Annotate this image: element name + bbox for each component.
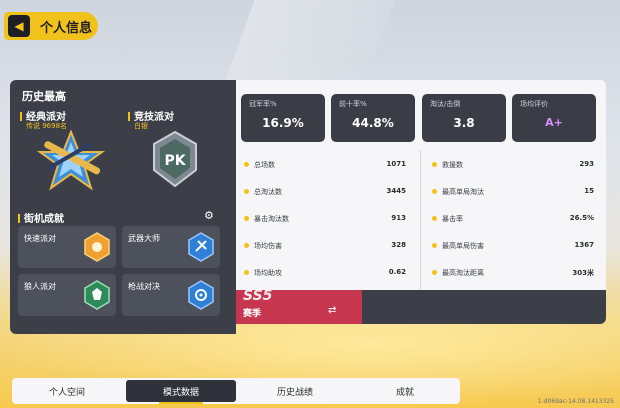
stat-value: 3.8 bbox=[453, 116, 475, 130]
stat-row: 最高单局伤害 1367 bbox=[432, 241, 594, 253]
tab-mode-data[interactable]: 模式数据 bbox=[126, 380, 236, 404]
back-button[interactable]: ◀ 个人信息 bbox=[4, 12, 98, 40]
build-version: 1-d069ac-14.08.1413325 bbox=[537, 398, 614, 405]
stat-label: 前十率% bbox=[339, 100, 367, 108]
season-label: 赛季 bbox=[243, 309, 262, 319]
achievement-label: 快速派对 bbox=[24, 234, 56, 243]
stats-panel: 冠军率% 16.9% 前十率% 44.8% 淘汰/击倒 3.8 场均评价 A+ … bbox=[236, 80, 606, 304]
stat-value: 16.9% bbox=[262, 116, 304, 130]
arcade-title: 街机成就 bbox=[18, 210, 64, 225]
stat-label: 淘汰/击倒 bbox=[430, 100, 461, 108]
green-badge-icon bbox=[84, 280, 110, 310]
orange-badge-icon bbox=[84, 232, 110, 262]
stat-card-kd: 淘汰/击倒 3.8 bbox=[422, 94, 506, 142]
stat-card-win-rate: 冠军率% 16.9% bbox=[241, 94, 325, 142]
legend-star-emblem-icon bbox=[36, 130, 106, 191]
stats-divider bbox=[420, 150, 421, 292]
tab-bar: 个人空间 模式数据 历史战绩 成就 bbox=[12, 378, 460, 404]
background-shape bbox=[225, 0, 395, 80]
achievement-label: 武器大师 bbox=[128, 234, 160, 243]
stat-value: 44.8% bbox=[352, 116, 394, 130]
stat-row: 场均助攻 0.62 bbox=[244, 268, 406, 280]
tab-achievements[interactable]: 成就 bbox=[350, 378, 460, 404]
achievement-card-gunfight-duel[interactable]: 枪战对决 bbox=[122, 274, 220, 316]
silver-rank-emblem-icon: PK bbox=[153, 130, 197, 188]
stat-row: 总淘汰数 3445 bbox=[244, 187, 406, 199]
stat-row: 暴击率 26.5% bbox=[432, 214, 594, 226]
stat-row: 场均伤害 328 bbox=[244, 241, 406, 253]
stat-row: 总场数 1071 bbox=[244, 160, 406, 172]
achievement-card-quick-party[interactable]: 快速派对 bbox=[18, 226, 116, 268]
stat-card-top-ten-rate: 前十率% 44.8% bbox=[331, 94, 415, 142]
achievement-label: 枪战对决 bbox=[128, 282, 160, 291]
achievement-card-werewolf-party[interactable]: 狼人派对 bbox=[18, 274, 116, 316]
stat-row: 救援数 293 bbox=[432, 160, 594, 172]
stat-row: 暴击淘汰数 913 bbox=[244, 214, 406, 226]
svg-text:PK: PK bbox=[164, 153, 186, 169]
mode-competitive-rank: 白银 bbox=[134, 122, 148, 130]
stat-card-avg-rating: 场均评价 A+ bbox=[512, 94, 596, 142]
blue-badge-icon bbox=[188, 232, 214, 262]
swap-icon[interactable]: ⇄ bbox=[328, 305, 336, 316]
season-code: SS5 bbox=[243, 288, 273, 304]
stat-label: 冠军率% bbox=[249, 100, 277, 108]
page-title: 个人信息 bbox=[40, 20, 93, 36]
tab-match-history[interactable]: 历史战绩 bbox=[240, 378, 350, 404]
back-arrow-icon: ◀ bbox=[8, 15, 30, 37]
achievement-label: 狼人派对 bbox=[24, 282, 56, 291]
stat-row: 最高淘汰距离 303米 bbox=[432, 268, 594, 280]
stat-row: 最高单局淘汰 15 bbox=[432, 187, 594, 199]
stat-value: A+ bbox=[545, 116, 563, 129]
history-title: 历史最高 bbox=[22, 90, 66, 103]
gear-icon[interactable]: ⚙ bbox=[204, 209, 214, 222]
history-panel: 历史最高 经典派对 传说 9698名 竞技派对 白银 PK 街机成就 ⚙ 快速派… bbox=[10, 80, 236, 334]
achievement-card-weapon-master[interactable]: 武器大师 bbox=[122, 226, 220, 268]
blue-target-badge-icon bbox=[188, 280, 214, 310]
stat-label: 场均评价 bbox=[520, 100, 548, 108]
tab-personal-space[interactable]: 个人空间 bbox=[12, 378, 122, 404]
